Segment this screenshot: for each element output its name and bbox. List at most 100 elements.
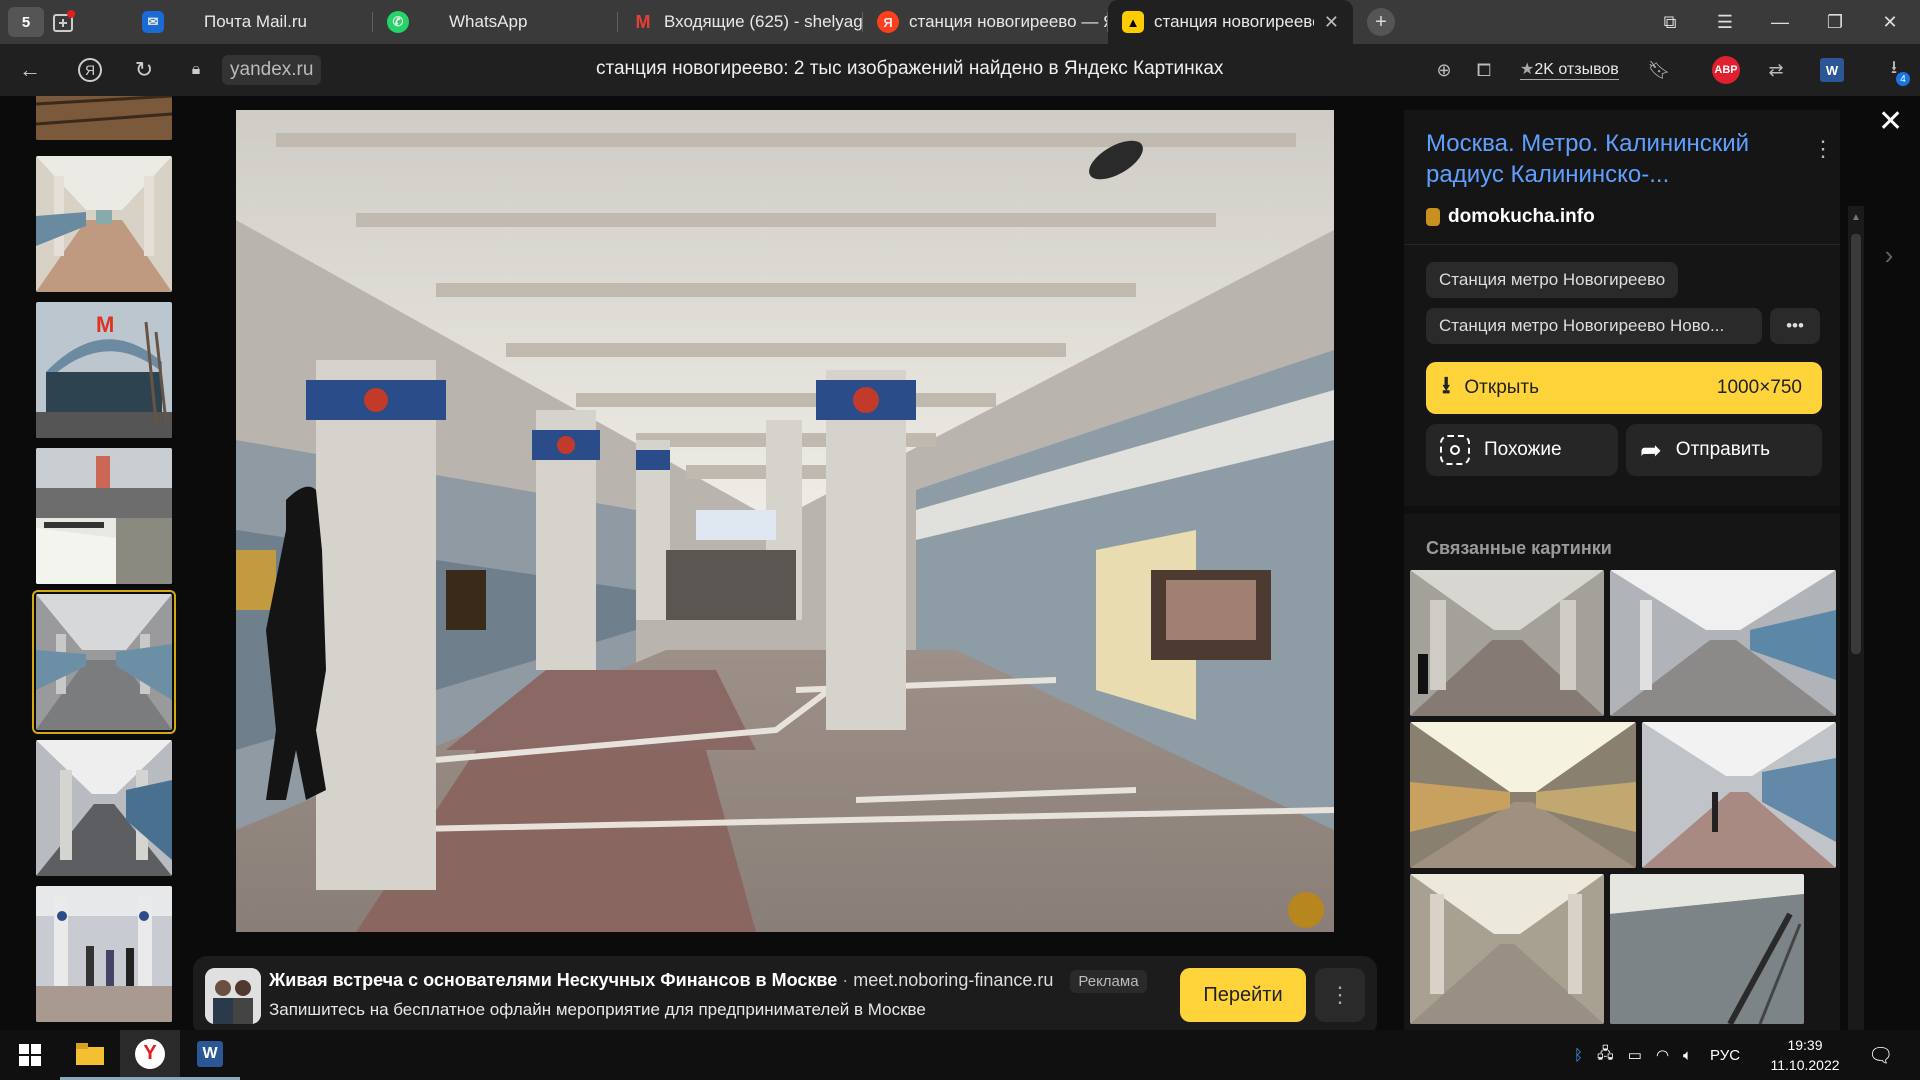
thumbnail-active[interactable] bbox=[32, 590, 176, 734]
related-image[interactable] bbox=[1610, 570, 1836, 716]
more-tags-label: ••• bbox=[1786, 316, 1804, 335]
downloads-badge: 4 bbox=[1896, 72, 1910, 86]
reload-icon[interactable]: ↻ bbox=[122, 48, 166, 92]
yandex-images-icon: ▲ bbox=[1122, 11, 1144, 33]
thumbnail[interactable] bbox=[36, 740, 172, 876]
tab-bar: 5 ✉ Почта Mail.ru ✆ WhatsApp M Входящие … bbox=[0, 0, 1920, 44]
tab-count-button[interactable]: 5 bbox=[8, 7, 44, 37]
url-domain[interactable]: yandex.ru bbox=[222, 55, 322, 85]
reviews-label: 2K отзывов bbox=[1534, 61, 1619, 78]
related-image[interactable] bbox=[1642, 722, 1836, 868]
thumbnail[interactable] bbox=[36, 886, 172, 1022]
related-title: Связанные картинки bbox=[1426, 538, 1612, 558]
taskbar: Y W ᛒ 🖧︎ ▭ ◠ 🔈︎ РУС 19:39 11.10.2022 🗨︎ bbox=[0, 1030, 1920, 1080]
more-tags-button[interactable]: ••• bbox=[1770, 308, 1820, 344]
tabs-panel-icon[interactable]: ⧉ bbox=[1645, 0, 1695, 44]
bluetooth-icon[interactable]: ᛒ bbox=[1574, 1047, 1583, 1064]
adblock-label: ABP bbox=[1712, 56, 1740, 84]
close-window-icon[interactable]: ✕ bbox=[1865, 0, 1915, 44]
star-icon: ★ bbox=[1520, 61, 1535, 78]
tab-mail[interactable]: ✉ Почта Mail.ru bbox=[128, 0, 373, 44]
related-image[interactable] bbox=[1410, 722, 1636, 868]
tab-yandex-search[interactable]: Я станция новогиреево — Я bbox=[863, 0, 1108, 44]
downloads-icon[interactable]: ⭳ 4 bbox=[1880, 56, 1910, 86]
ad-avatar[interactable] bbox=[205, 968, 261, 1024]
clock[interactable]: 19:39 11.10.2022 bbox=[1760, 1030, 1850, 1080]
resolution: 1000×750 bbox=[1716, 377, 1802, 398]
battery-icon[interactable]: ▭ bbox=[1628, 1046, 1642, 1064]
tag-chip[interactable]: Станция метро Новогиреево bbox=[1426, 262, 1679, 298]
related-image[interactable] bbox=[1410, 570, 1604, 716]
thumbnail[interactable] bbox=[36, 156, 172, 292]
image-site[interactable]: domokucha.info bbox=[1426, 206, 1595, 228]
close-viewer-icon[interactable]: ✕ bbox=[1878, 104, 1903, 139]
ad-go-button[interactable]: Перейти bbox=[1180, 968, 1306, 1022]
related-image[interactable] bbox=[1610, 874, 1804, 1024]
extension-icon[interactable]: ⧠ bbox=[1470, 56, 1498, 84]
translate-icon[interactable]: ⇄ bbox=[1762, 56, 1790, 84]
wifi-icon[interactable]: ◠ bbox=[1656, 1046, 1669, 1064]
new-tab-group-icon[interactable] bbox=[44, 0, 84, 44]
ad-url[interactable]: meet.noboring-finance.ru bbox=[853, 970, 1053, 990]
maximize-icon[interactable]: ❐ bbox=[1810, 0, 1860, 44]
reviews-button[interactable]: ★2K отзывов bbox=[1520, 59, 1619, 80]
tab-gmail[interactable]: M Входящие (625) - shelyagi bbox=[618, 0, 863, 44]
site-name: domokucha.info bbox=[1448, 206, 1595, 227]
notifications-icon[interactable]: 🗨︎ bbox=[1868, 1030, 1893, 1080]
next-image-icon[interactable]: › bbox=[1868, 234, 1910, 276]
ad-banner: Живая встреча с основателями Нескучных Ф… bbox=[193, 956, 1377, 1030]
whatsapp-icon: ✆ bbox=[387, 11, 409, 33]
tab-label: Почта Mail.ru bbox=[204, 12, 307, 31]
tag-chip[interactable]: Станция метро Новогиреево Ново... bbox=[1426, 308, 1762, 344]
adblock-icon[interactable]: ABP bbox=[1712, 56, 1740, 84]
similar-icon bbox=[1440, 435, 1470, 465]
share-button[interactable]: ➦ Отправить bbox=[1626, 424, 1822, 476]
ad-dot: · bbox=[842, 970, 849, 990]
bookmark-icon[interactable]: 🔖︎ bbox=[1645, 56, 1673, 84]
ad-more-icon[interactable]: ⋮ bbox=[1315, 968, 1365, 1022]
open-label: Открыть bbox=[1464, 377, 1540, 398]
related-image[interactable] bbox=[1410, 874, 1604, 1024]
ad-title[interactable]: Живая встреча с основателями Нескучных Ф… bbox=[269, 970, 837, 990]
word-extension-icon[interactable]: W bbox=[1818, 56, 1846, 84]
tab-whatsapp[interactable]: ✆ WhatsApp bbox=[373, 0, 618, 44]
yandex-browser-icon[interactable]: Y bbox=[120, 1030, 180, 1080]
ad-text: Запишитесь на бесплатное офлайн мероприя… bbox=[269, 1000, 926, 1019]
panel-menu-icon[interactable]: ⋮ bbox=[1812, 136, 1834, 162]
panel-scrollbar[interactable]: ▲ ▼ bbox=[1848, 206, 1864, 1030]
clock-time: 19:39 bbox=[1787, 1037, 1823, 1053]
yandex-home-icon[interactable]: Я bbox=[68, 48, 112, 92]
zoom-icon[interactable]: ⊕ bbox=[1430, 56, 1458, 84]
tag-label: Станция метро Новогиреево bbox=[1439, 270, 1666, 289]
svg-text:M: M bbox=[96, 312, 114, 337]
open-button[interactable]: ⭳ Открыть 1000×750 bbox=[1426, 362, 1822, 414]
word-icon[interactable]: W bbox=[180, 1030, 240, 1080]
thumbnail[interactable] bbox=[36, 448, 172, 584]
file-explorer-icon[interactable] bbox=[60, 1030, 120, 1080]
image-source-title[interactable]: Москва. Метро. Калининский радиус Калини… bbox=[1426, 128, 1796, 190]
volume-icon[interactable]: 🔈︎ bbox=[1683, 1047, 1692, 1064]
back-icon[interactable]: ← bbox=[8, 48, 52, 92]
device-icon[interactable]: 🖧︎ bbox=[1597, 1043, 1614, 1068]
thumbnail[interactable]: M bbox=[36, 302, 172, 438]
page-title[interactable]: станция новогиреево: 2 тыс изображений н… bbox=[596, 58, 1223, 80]
thumbnail[interactable] bbox=[36, 96, 172, 140]
tab-yandex-images[interactable]: ▲ станция новогиреево: 2 т ✕ bbox=[1108, 0, 1353, 44]
share-label: Отправить bbox=[1675, 439, 1771, 460]
image-viewer: M Живая встреча с основателями Нескучных… bbox=[0, 96, 1920, 1030]
mail-icon: ✉ bbox=[142, 11, 164, 33]
language-indicator[interactable]: РУС bbox=[1710, 1047, 1740, 1064]
lock-icon[interactable]: 🔒︎ bbox=[174, 48, 218, 92]
similar-button[interactable]: Похожие bbox=[1426, 424, 1618, 476]
start-icon[interactable] bbox=[0, 1030, 60, 1080]
menu-icon[interactable]: ☰ bbox=[1700, 0, 1750, 44]
main-image[interactable] bbox=[236, 110, 1334, 932]
download-icon: ⭳ bbox=[1442, 371, 1451, 399]
similar-label: Похожие bbox=[1484, 439, 1562, 460]
close-tab-icon[interactable]: ✕ bbox=[1324, 12, 1339, 33]
minimize-icon[interactable]: — bbox=[1755, 0, 1805, 44]
site-favicon-icon bbox=[1426, 208, 1440, 226]
tab-count: 5 bbox=[21, 13, 31, 31]
image-info-panel: Москва. Метро. Калининский радиус Калини… bbox=[1404, 110, 1840, 1030]
new-tab-button[interactable]: + bbox=[1367, 8, 1395, 36]
